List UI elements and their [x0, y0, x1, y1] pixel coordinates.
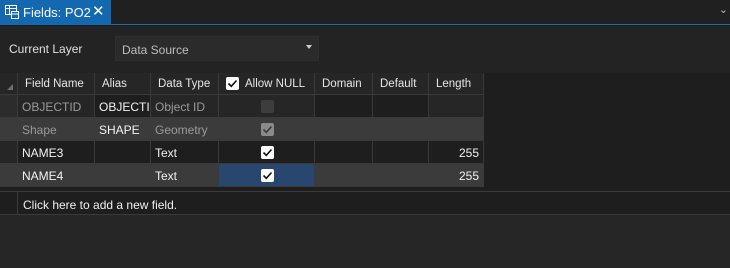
default-cell[interactable]: [373, 164, 429, 187]
current-layer-dropdown[interactable]: Data Source: [115, 36, 319, 61]
data-type-cell[interactable]: Geometry: [151, 118, 219, 141]
allow-null-cell-selected[interactable]: [219, 164, 315, 187]
row-selector[interactable]: [0, 164, 18, 187]
current-layer-label: Current Layer: [9, 42, 83, 56]
column-header-allow-null[interactable]: Allow NULL: [219, 73, 315, 95]
alias-cell[interactable]: OBJECTID: [95, 95, 151, 118]
tab-bar: Fields: PO2 ✕ ⌄: [0, 0, 730, 25]
tab-title: Fields: PO2: [23, 5, 91, 20]
default-cell[interactable]: [373, 118, 429, 141]
chevron-down-icon[interactable]: ⌄: [719, 3, 728, 16]
column-header-data-type[interactable]: Data Type: [151, 73, 219, 95]
table-row[interactable]: NAME3 Text 255: [0, 141, 484, 164]
tab-fields-po2[interactable]: Fields: PO2 ✕: [0, 0, 111, 25]
domain-cell[interactable]: [315, 118, 373, 141]
field-name-cell[interactable]: NAME3: [18, 141, 95, 164]
length-cell[interactable]: 255: [429, 141, 484, 164]
column-header-length[interactable]: Length: [429, 73, 484, 95]
data-type-cell[interactable]: Object ID: [151, 95, 219, 118]
row-selector[interactable]: [0, 141, 18, 164]
allow-null-checkbox[interactable]: [261, 100, 274, 113]
field-name-cell[interactable]: OBJECTID: [18, 95, 95, 118]
current-layer-value: Data Source: [122, 43, 189, 57]
column-header-domain[interactable]: Domain: [315, 73, 373, 95]
allow-null-header-checkbox[interactable]: [226, 77, 239, 90]
fields-grid: Field Name Alias Data Type Allow NULL Do…: [0, 73, 730, 268]
length-cell[interactable]: [429, 118, 484, 141]
row-selector[interactable]: [0, 95, 18, 118]
column-header-default[interactable]: Default: [373, 73, 429, 95]
table-row[interactable]: Shape SHAPE Geometry: [0, 118, 484, 141]
domain-cell[interactable]: [315, 141, 373, 164]
grid-empty-area: [0, 215, 730, 268]
close-icon[interactable]: ✕: [92, 3, 105, 20]
field-name-cell[interactable]: Shape: [18, 118, 95, 141]
fields-table-icon: [5, 5, 19, 19]
domain-cell[interactable]: [315, 164, 373, 187]
table-row[interactable]: NAME4 Text 255: [0, 164, 484, 187]
data-type-cell[interactable]: Text: [151, 141, 219, 164]
add-new-field-row[interactable]: Click here to add a new field.: [0, 191, 730, 215]
alias-cell[interactable]: [95, 141, 151, 164]
default-cell[interactable]: [373, 95, 429, 118]
field-name-cell[interactable]: NAME4: [18, 164, 95, 187]
alias-cell[interactable]: SHAPE: [95, 118, 151, 141]
allow-null-checkbox[interactable]: [261, 169, 274, 182]
table-row[interactable]: OBJECTID OBJECTID Object ID: [0, 95, 484, 118]
domain-cell[interactable]: [315, 95, 373, 118]
fields-view: Current Layer Data Source Field Name Ali…: [0, 26, 730, 268]
column-header-alias[interactable]: Alias: [95, 73, 151, 95]
allow-null-cell[interactable]: [219, 118, 315, 141]
length-cell[interactable]: [429, 95, 484, 118]
add-new-field-link[interactable]: Click here to add a new field.: [23, 198, 177, 212]
allow-null-checkbox[interactable]: [261, 146, 274, 159]
alias-cell[interactable]: [95, 164, 151, 187]
allow-null-cell[interactable]: [219, 95, 315, 118]
allow-null-checkbox[interactable]: [261, 123, 274, 136]
column-header-field-name[interactable]: Field Name: [18, 73, 95, 95]
default-cell[interactable]: [373, 141, 429, 164]
row-selector[interactable]: [0, 118, 18, 141]
length-cell[interactable]: 255: [429, 164, 484, 187]
chevron-down-icon: [306, 45, 312, 49]
data-type-cell[interactable]: Text: [151, 164, 219, 187]
row-selector: [0, 192, 18, 215]
select-all-corner[interactable]: [0, 73, 18, 95]
allow-null-cell[interactable]: [219, 141, 315, 164]
